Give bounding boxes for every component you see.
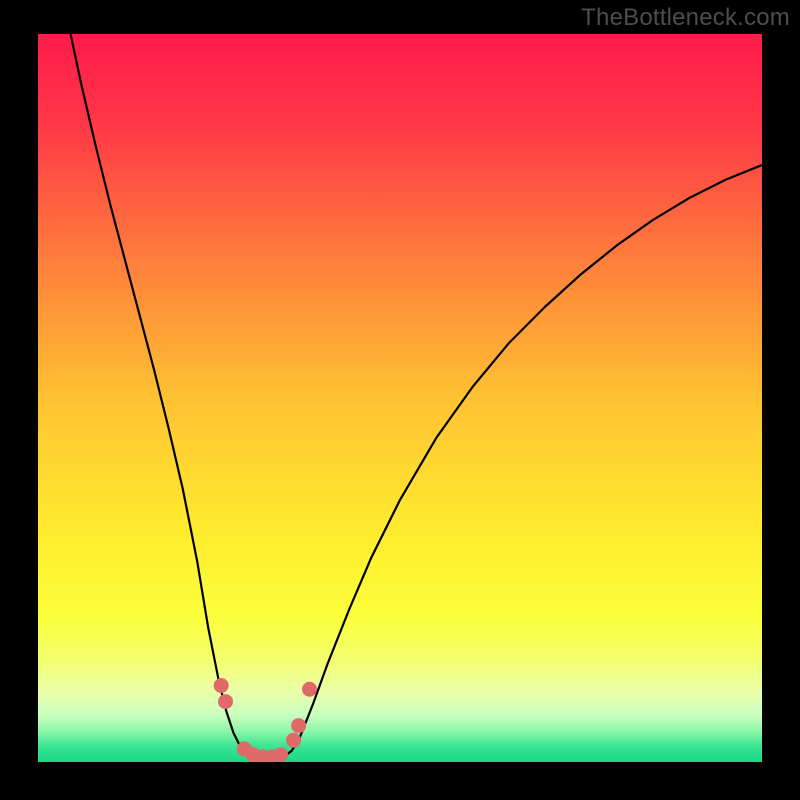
curve-marker xyxy=(291,718,306,733)
plot-area xyxy=(38,34,762,762)
plot-svg xyxy=(38,34,762,762)
curve-marker xyxy=(302,682,317,697)
curve-marker xyxy=(218,694,233,709)
watermark-text: TheBottleneck.com xyxy=(581,4,790,32)
curve-path xyxy=(71,34,762,759)
bottleneck-curve xyxy=(71,34,762,759)
curve-marker xyxy=(214,678,229,693)
curve-marker xyxy=(286,733,301,748)
curve-marker xyxy=(273,747,288,762)
outer-frame: TheBottleneck.com xyxy=(0,0,800,800)
